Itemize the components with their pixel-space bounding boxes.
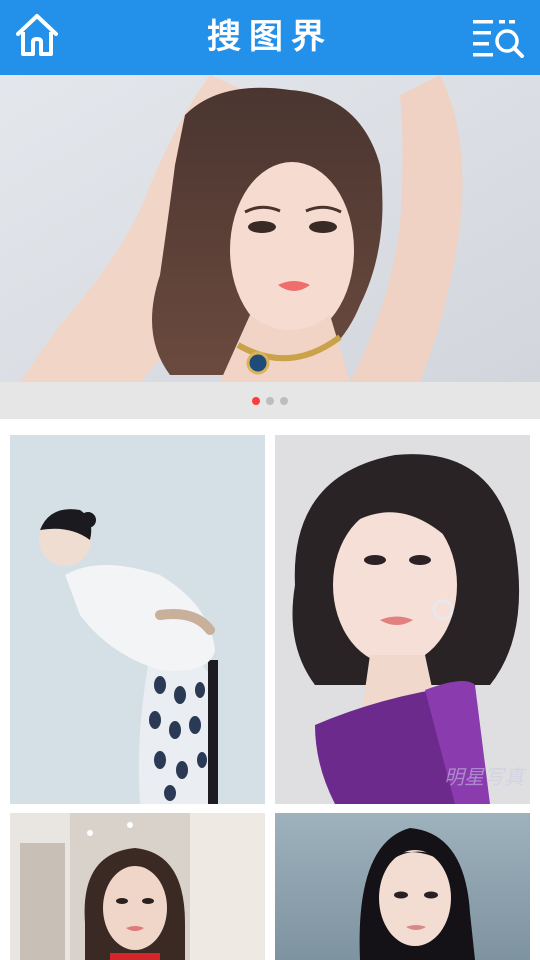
grid-item-2[interactable]: 明星写真 xyxy=(275,435,530,804)
page-title: 搜图界 xyxy=(207,17,333,57)
top-bar: 搜图界 xyxy=(0,0,540,75)
grid-image-1 xyxy=(10,435,265,804)
carousel-dot-3[interactable] xyxy=(280,397,288,405)
grid-item-1[interactable] xyxy=(10,435,265,804)
grid-image-4 xyxy=(275,813,530,960)
carousel-dot-2[interactable] xyxy=(266,397,274,405)
grid-item-4[interactable] xyxy=(275,813,530,960)
banner-carousel[interactable] xyxy=(0,75,540,382)
search-list-icon xyxy=(471,16,525,62)
banner-image xyxy=(0,75,540,382)
home-icon xyxy=(14,12,60,62)
carousel-indicator xyxy=(0,382,540,419)
home-button[interactable] xyxy=(12,12,62,62)
grid-image-3 xyxy=(10,813,265,960)
search-menu-button[interactable] xyxy=(470,16,526,62)
grid-item-3[interactable] xyxy=(10,813,265,960)
carousel-dot-1[interactable] xyxy=(252,397,260,405)
grid-image-2 xyxy=(275,435,530,804)
